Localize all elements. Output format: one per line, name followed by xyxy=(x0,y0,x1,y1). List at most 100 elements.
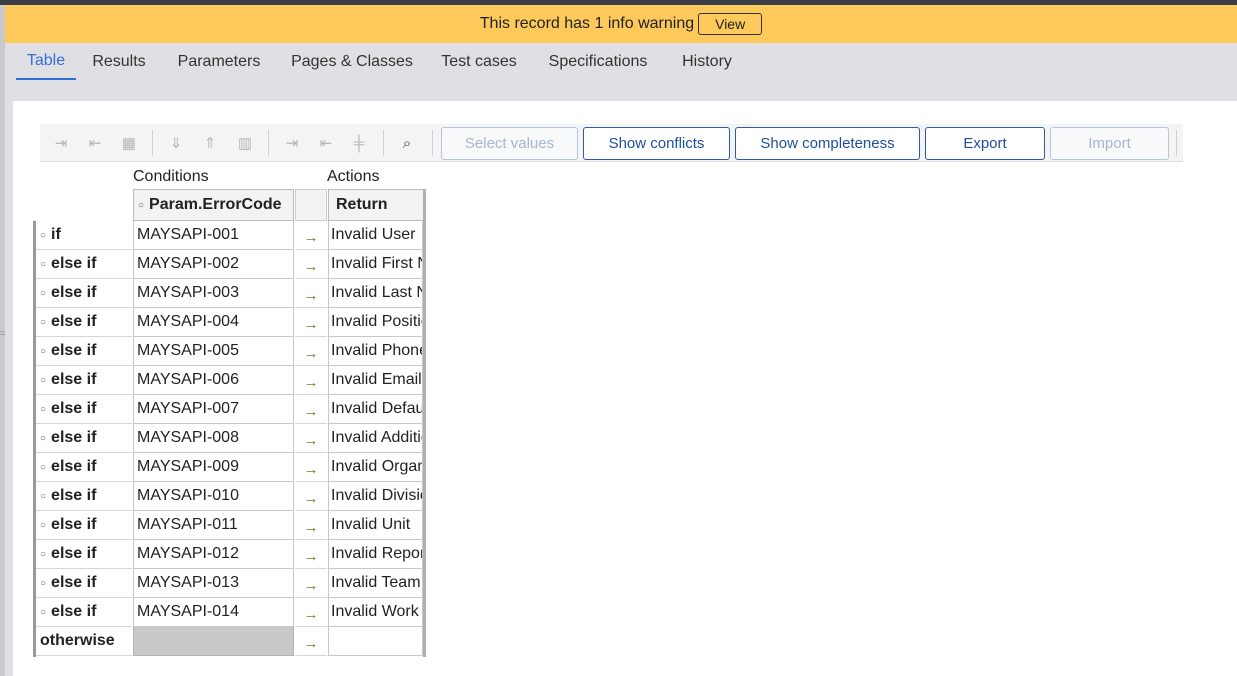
condition-cell[interactable]: MAYSAPI-011 xyxy=(133,511,294,540)
row-label[interactable]: otherwise xyxy=(36,627,132,656)
delete-column-icon[interactable]: ▥ xyxy=(234,132,256,154)
row-label[interactable]: ○ else if xyxy=(36,424,132,453)
row-label-text: else if xyxy=(51,458,97,475)
condition-cell[interactable]: MAYSAPI-002 xyxy=(133,250,294,279)
action-cell[interactable]: Invalid Email xyxy=(328,366,423,395)
action-cell[interactable]: Invalid Team xyxy=(328,569,423,598)
delete-row-icon[interactable]: ▦ xyxy=(118,132,140,154)
insert-action-before-icon[interactable]: ⇤ xyxy=(315,132,337,154)
table-row: otherwise → xyxy=(36,627,426,656)
tab-test-cases[interactable]: Test cases xyxy=(436,43,522,80)
show-completeness-button[interactable]: Show completeness xyxy=(735,127,920,160)
row-label[interactable]: ○ else if xyxy=(36,511,132,540)
property-lookup-icon[interactable]: ⌕ xyxy=(396,132,418,154)
insert-column-before-icon[interactable]: ⇑ xyxy=(199,132,221,154)
row-label[interactable]: ○ else if xyxy=(36,482,132,511)
action-cell[interactable]: Invalid Organization xyxy=(328,453,423,482)
condition-cell[interactable]: MAYSAPI-001 xyxy=(133,221,294,250)
row-label[interactable]: ○ if xyxy=(36,221,132,250)
toolbar-divider xyxy=(383,130,384,156)
row-label-text: if xyxy=(51,226,61,243)
tab-results[interactable]: Results xyxy=(87,43,151,80)
tab-table[interactable]: Table xyxy=(16,43,76,80)
condition-cell[interactable]: MAYSAPI-004 xyxy=(133,308,294,337)
row-label[interactable]: ○ else if xyxy=(36,366,132,395)
condition-cell[interactable]: MAYSAPI-005 xyxy=(133,337,294,366)
action-cell[interactable]: Invalid First Name xyxy=(328,250,423,279)
row-label[interactable]: ○ else if xyxy=(36,598,132,627)
action-cell[interactable]: Invalid Reports To xyxy=(328,540,423,569)
insert-row-before-icon[interactable]: ⇤ xyxy=(84,132,106,154)
condition-cell[interactable]: MAYSAPI-007 xyxy=(133,395,294,424)
table-row: ○ else if MAYSAPI-004→Invalid Position xyxy=(36,308,426,337)
tab-history[interactable]: History xyxy=(674,43,740,80)
row-label[interactable]: ○ else if xyxy=(36,540,132,569)
condition-cell[interactable]: MAYSAPI-013 xyxy=(133,569,294,598)
arrow-icon: → xyxy=(295,540,327,569)
action-cell[interactable]: Invalid Position xyxy=(328,308,423,337)
condition-column-header[interactable]: ○ Param.ErrorCode xyxy=(133,189,294,221)
condition-cell[interactable]: MAYSAPI-012 xyxy=(133,540,294,569)
row-label[interactable]: ○ else if xyxy=(36,569,132,598)
row-label-text: else if xyxy=(51,284,97,301)
arrow-icon: → xyxy=(295,511,327,540)
action-cell[interactable]: Invalid Work xyxy=(328,598,423,627)
condition-cell[interactable]: MAYSAPI-010 xyxy=(133,482,294,511)
action-cell[interactable]: Invalid Default xyxy=(328,395,423,424)
row-label[interactable]: ○ else if xyxy=(36,337,132,366)
row-label-text: else if xyxy=(51,371,97,388)
action-cell[interactable]: Invalid Last Name xyxy=(328,279,423,308)
row-handle-icon: ○ xyxy=(40,287,47,299)
table-row: ○ else if MAYSAPI-008→Invalid Additional xyxy=(36,424,426,453)
show-conflicts-button[interactable]: Show conflicts xyxy=(583,127,730,160)
condition-cell[interactable]: MAYSAPI-008 xyxy=(133,424,294,453)
condition-cell[interactable]: MAYSAPI-003 xyxy=(133,279,294,308)
table-row: ○ else if MAYSAPI-014 → Invalid Work xyxy=(36,598,426,627)
export-button[interactable]: Export xyxy=(925,127,1045,160)
arrow-icon: → xyxy=(295,279,327,308)
row-label-text: otherwise xyxy=(40,632,115,649)
insert-action-after-icon[interactable]: ⇥ xyxy=(281,132,303,154)
action-cell[interactable]: Invalid Phone xyxy=(328,337,423,366)
toolbar-divider xyxy=(268,130,269,156)
insert-column-after-icon[interactable]: ⇓ xyxy=(165,132,187,154)
arrow-icon: → xyxy=(295,482,327,511)
side-resize-handle[interactable]: = xyxy=(0,5,5,676)
select-values-button[interactable]: Select values xyxy=(441,127,578,160)
arrow-icon: → xyxy=(295,221,327,250)
action-cell[interactable]: Invalid Division xyxy=(328,482,423,511)
tab-parameters[interactable]: Parameters xyxy=(170,43,268,80)
row-label-text: else if xyxy=(51,516,97,533)
row-label-text: else if xyxy=(51,429,97,446)
tab-bar: Table Results Parameters Pages & Classes… xyxy=(5,43,1237,101)
row-label[interactable]: ○ else if xyxy=(36,308,132,337)
condition-cell xyxy=(133,627,294,656)
action-cell[interactable] xyxy=(328,627,423,656)
tab-pages-classes[interactable]: Pages & Classes xyxy=(288,43,416,80)
action-cell[interactable]: Invalid Additional xyxy=(328,424,423,453)
row-label[interactable]: ○ else if xyxy=(36,395,132,424)
row-label-text: else if xyxy=(51,603,97,620)
insert-row-after-icon[interactable]: ⇥ xyxy=(50,132,72,154)
tab-specifications[interactable]: Specifications xyxy=(542,43,654,80)
arrow-icon: → xyxy=(295,627,327,656)
toolbar-divider xyxy=(432,130,433,156)
action-cell[interactable]: Invalid User xyxy=(328,221,423,250)
row-handle-icon: ○ xyxy=(40,461,47,473)
condition-cell[interactable]: MAYSAPI-009 xyxy=(133,453,294,482)
delete-action-icon[interactable]: ╪ xyxy=(348,132,370,154)
table-row: ○ else if MAYSAPI-010→Invalid Division xyxy=(36,482,426,511)
action-column-header[interactable]: Return xyxy=(328,189,425,221)
row-label[interactable]: ○ else if xyxy=(36,250,132,279)
column-handle-icon: ○ xyxy=(138,199,145,211)
arrow-icon: → xyxy=(295,569,327,598)
table-row: ○ if MAYSAPI-001 → Invalid User xyxy=(36,221,426,250)
view-warning-button[interactable]: View xyxy=(698,13,763,35)
row-label[interactable]: ○ else if xyxy=(36,453,132,482)
import-button[interactable]: Import xyxy=(1050,127,1169,160)
action-cell[interactable]: Invalid Unit xyxy=(328,511,423,540)
row-label[interactable]: ○ else if xyxy=(36,279,132,308)
condition-cell[interactable]: MAYSAPI-014 xyxy=(133,598,294,627)
table-row: ○ else if MAYSAPI-002→Invalid First Name xyxy=(36,250,426,279)
condition-cell[interactable]: MAYSAPI-006 xyxy=(133,366,294,395)
